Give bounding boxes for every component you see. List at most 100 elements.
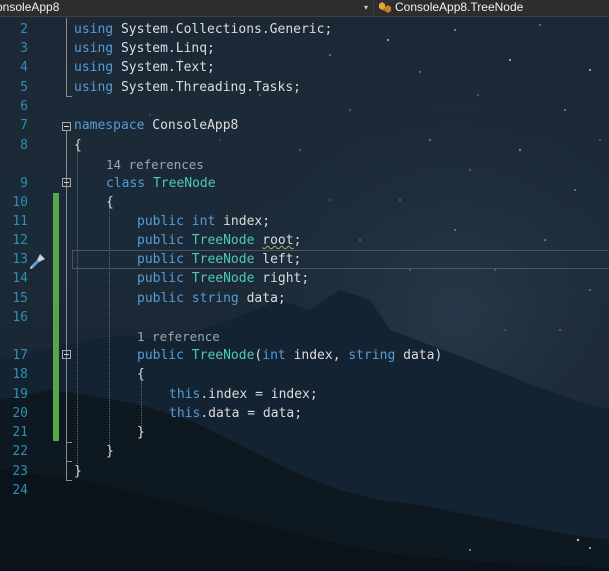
keyword: namespace	[74, 118, 145, 133]
keyword: int	[191, 214, 216, 229]
brace: }	[106, 444, 114, 459]
code-line: }	[74, 462, 82, 481]
line-number: 20	[12, 406, 28, 421]
line-number: 18	[12, 367, 28, 382]
code-line: using System.Threading.Tasks;	[74, 78, 301, 97]
brace: }	[137, 425, 145, 440]
brace: {	[74, 138, 82, 153]
line-number: 10	[12, 195, 28, 210]
code-line: public TreeNode(int index, string data)	[137, 346, 442, 365]
field-name: root	[262, 233, 294, 248]
code-line: public TreeNode root;	[137, 231, 301, 250]
field-name: index;	[223, 214, 271, 229]
field-name: left;	[262, 252, 302, 267]
code-line: using System.Text;	[74, 58, 215, 77]
code-line: }	[106, 442, 114, 461]
line-number: 7	[20, 118, 28, 133]
code-line: class TreeNode	[106, 174, 216, 193]
namespace-ref: System.Linq;	[120, 41, 215, 56]
field-name: right;	[262, 271, 310, 286]
collapse-class-icon[interactable]	[62, 178, 71, 187]
keyword: this	[169, 387, 201, 402]
assignment: .index = index;	[200, 387, 318, 402]
type-name: TreeNode	[191, 233, 255, 248]
brace: {	[106, 195, 114, 210]
line-number: 9	[20, 176, 28, 191]
class-name: TreeNode	[152, 176, 216, 191]
project-dropdown[interactable]: onsoleApp8 ▾	[0, 0, 372, 16]
namespace-ref: System.Threading.Tasks;	[120, 80, 301, 95]
line-number: 3	[20, 41, 28, 56]
quick-actions-brush-icon[interactable]	[29, 252, 47, 270]
keyword: public	[137, 252, 184, 267]
line-number: 23	[12, 464, 28, 479]
line-number: 5	[20, 80, 28, 95]
code-line: this.data = data;	[169, 404, 302, 423]
code-line: public TreeNode right;	[137, 269, 309, 288]
constructor-name: TreeNode	[191, 348, 255, 363]
namespace-name: ConsoleApp8	[152, 118, 239, 133]
assignment: .data = data;	[200, 406, 303, 421]
line-number: 21	[12, 425, 28, 440]
keyword: public	[137, 214, 184, 229]
keyword: using	[74, 80, 114, 95]
line-number: 19	[12, 387, 28, 402]
line-number: 22	[12, 444, 28, 459]
keyword: int	[262, 348, 286, 363]
parameter: index,	[293, 348, 341, 363]
line-number: 17	[12, 348, 28, 363]
line-number: 11	[12, 214, 28, 229]
code-line: {	[137, 365, 145, 384]
type-label: ConsoleApp8.TreeNode	[395, 0, 524, 14]
code-line: public string data;	[137, 289, 286, 308]
type-dropdown[interactable]: ConsoleApp8.TreeNode	[378, 0, 523, 16]
namespace-ref: System.Collections.Generic;	[120, 22, 333, 37]
keyword: string	[191, 291, 239, 306]
change-tracking-bar	[53, 193, 59, 441]
code-line: {	[106, 193, 114, 212]
indent-guide	[109, 205, 110, 457]
keyword: public	[137, 291, 184, 306]
keyword: using	[74, 41, 114, 56]
navigation-bar: onsoleApp8 ▾ ConsoleApp8.TreeNode	[0, 0, 609, 17]
parameter: data)	[403, 348, 443, 363]
keyword: public	[137, 233, 184, 248]
collapse-namespace-icon[interactable]	[62, 122, 71, 131]
line-number: 6	[20, 99, 28, 114]
outline-end	[66, 480, 72, 481]
outline-end	[66, 461, 72, 462]
collapse-constructor-icon[interactable]	[62, 350, 71, 359]
code-line: public TreeNode left;	[137, 250, 301, 269]
keyword: this	[169, 406, 201, 421]
code-line: public int index;	[137, 212, 270, 231]
field-name: data;	[246, 291, 286, 306]
code-line: {	[74, 136, 82, 155]
line-number: 14	[12, 271, 28, 286]
code-line: using System.Collections.Generic;	[74, 20, 332, 39]
keyword: public	[137, 348, 184, 363]
code-line: this.index = index;	[169, 385, 318, 404]
semicolon: ;	[293, 233, 302, 248]
code-line: }	[137, 423, 145, 442]
line-number: 15	[12, 291, 28, 306]
keyword: using	[74, 60, 114, 75]
line-number: 24	[12, 483, 28, 498]
keyword: class	[106, 176, 146, 191]
line-number: 13	[12, 252, 28, 267]
outline-end	[66, 96, 72, 97]
code-line: namespace ConsoleApp8	[74, 116, 238, 135]
line-number: 2	[20, 22, 28, 37]
navbar-divider	[373, 0, 374, 16]
class-icon	[379, 2, 391, 13]
type-name: TreeNode	[191, 252, 255, 267]
codelens-references[interactable]: 1 reference	[137, 327, 220, 346]
outline-end	[66, 442, 72, 443]
codelens-references[interactable]: 14 references	[106, 155, 204, 174]
line-number: 16	[12, 310, 28, 325]
line-number: 8	[20, 138, 28, 153]
brace: {	[137, 367, 145, 382]
chevron-down-icon: ▾	[363, 3, 368, 12]
project-label: onsoleApp8	[0, 0, 60, 14]
outline-line	[66, 359, 67, 442]
keyword: using	[74, 22, 114, 37]
